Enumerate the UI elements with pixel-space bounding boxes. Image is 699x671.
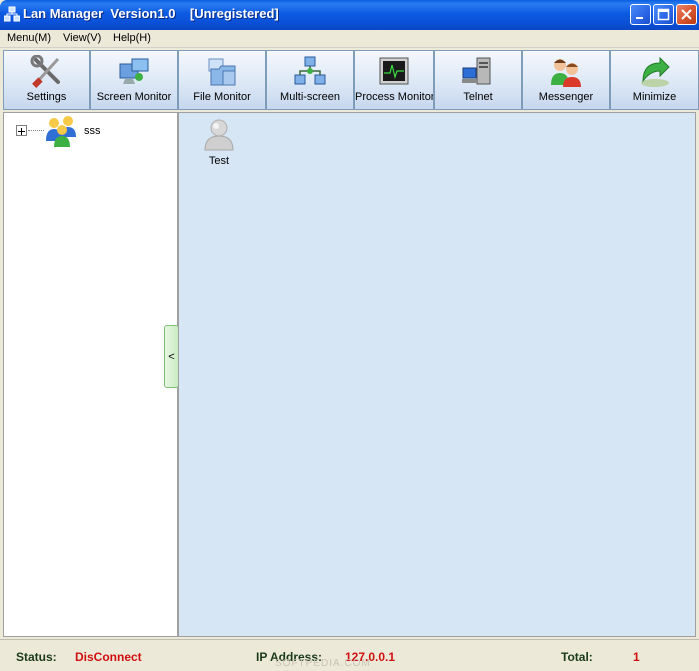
host-list-panel[interactable]: Test (178, 112, 696, 637)
minimize-tool-button[interactable]: Minimize (610, 50, 699, 110)
maximize-button[interactable] (653, 4, 674, 25)
network-icon (4, 6, 20, 22)
multi-screen-icon (294, 56, 326, 85)
messenger-icon (551, 59, 581, 87)
status-value: DisConnect (75, 650, 142, 664)
plus-icon (18, 128, 25, 135)
process-monitor-button[interactable]: Process Monitor (354, 50, 434, 110)
settings-button[interactable]: Settings (3, 50, 90, 110)
maximize-icon (657, 8, 670, 21)
process-monitor-label: Process Monitor (355, 91, 433, 103)
status-bar: Status: DisConnect IP Address: 127.0.0.1… (0, 639, 699, 671)
file-monitor-icon (208, 58, 236, 86)
total-label: Total: (561, 650, 593, 664)
close-button[interactable] (676, 4, 697, 25)
screen-monitor-button[interactable]: Screen Monitor (90, 50, 178, 110)
multi-screen-label: Multi-screen (280, 91, 340, 103)
window-title: Lan Manager Version1.0 [Unregistered] (23, 6, 279, 21)
group-tree[interactable]: sss (3, 112, 178, 637)
file-monitor-button[interactable]: File Monitor (178, 50, 266, 110)
menu-item-menu[interactable]: Menu(M) (7, 32, 51, 44)
toolbar: Settings Screen Monitor File Monitor Mul… (3, 50, 699, 110)
screen-monitor-label: Screen Monitor (96, 91, 172, 103)
minimize-label: Minimize (632, 91, 677, 103)
multi-screen-button[interactable]: Multi-screen (266, 50, 354, 110)
title-bar[interactable]: Lan Manager Version1.0 [Unregistered] (0, 0, 699, 30)
telnet-button[interactable]: Telnet (434, 50, 522, 110)
tree-group-label[interactable]: sss (84, 125, 101, 137)
menu-item-view[interactable]: View(V) (63, 32, 101, 44)
telnet-label: Telnet (463, 91, 493, 103)
menu-bar: Menu(M) View(V) Help(H) (0, 30, 699, 48)
telnet-icon (462, 57, 491, 85)
settings-icon (30, 55, 60, 88)
user-group-icon (46, 116, 76, 147)
screen-monitor-icon (119, 58, 149, 84)
messenger-label: Messenger (538, 91, 594, 103)
process-monitor-icon (379, 57, 409, 85)
minimize-arrow-icon (640, 56, 670, 87)
total-value: 1 (633, 650, 640, 664)
panel-collapse-handle[interactable]: < (164, 325, 179, 388)
host-label: Test (208, 155, 230, 167)
tree-expand-button[interactable] (16, 125, 27, 136)
tree-connector (28, 130, 44, 131)
menu-item-help[interactable]: Help(H) (113, 32, 151, 44)
watermark: SOFTPEDIA.COM (275, 658, 371, 669)
minimize-icon (636, 17, 643, 19)
host-item[interactable]: Test (197, 117, 241, 173)
close-icon (681, 9, 692, 20)
user-offline-icon (204, 119, 234, 151)
messenger-button[interactable]: Messenger (522, 50, 610, 110)
minimize-button[interactable] (630, 4, 651, 25)
file-monitor-label: File Monitor (193, 91, 251, 103)
settings-label: Settings (26, 91, 67, 103)
status-label: Status: (16, 650, 57, 664)
